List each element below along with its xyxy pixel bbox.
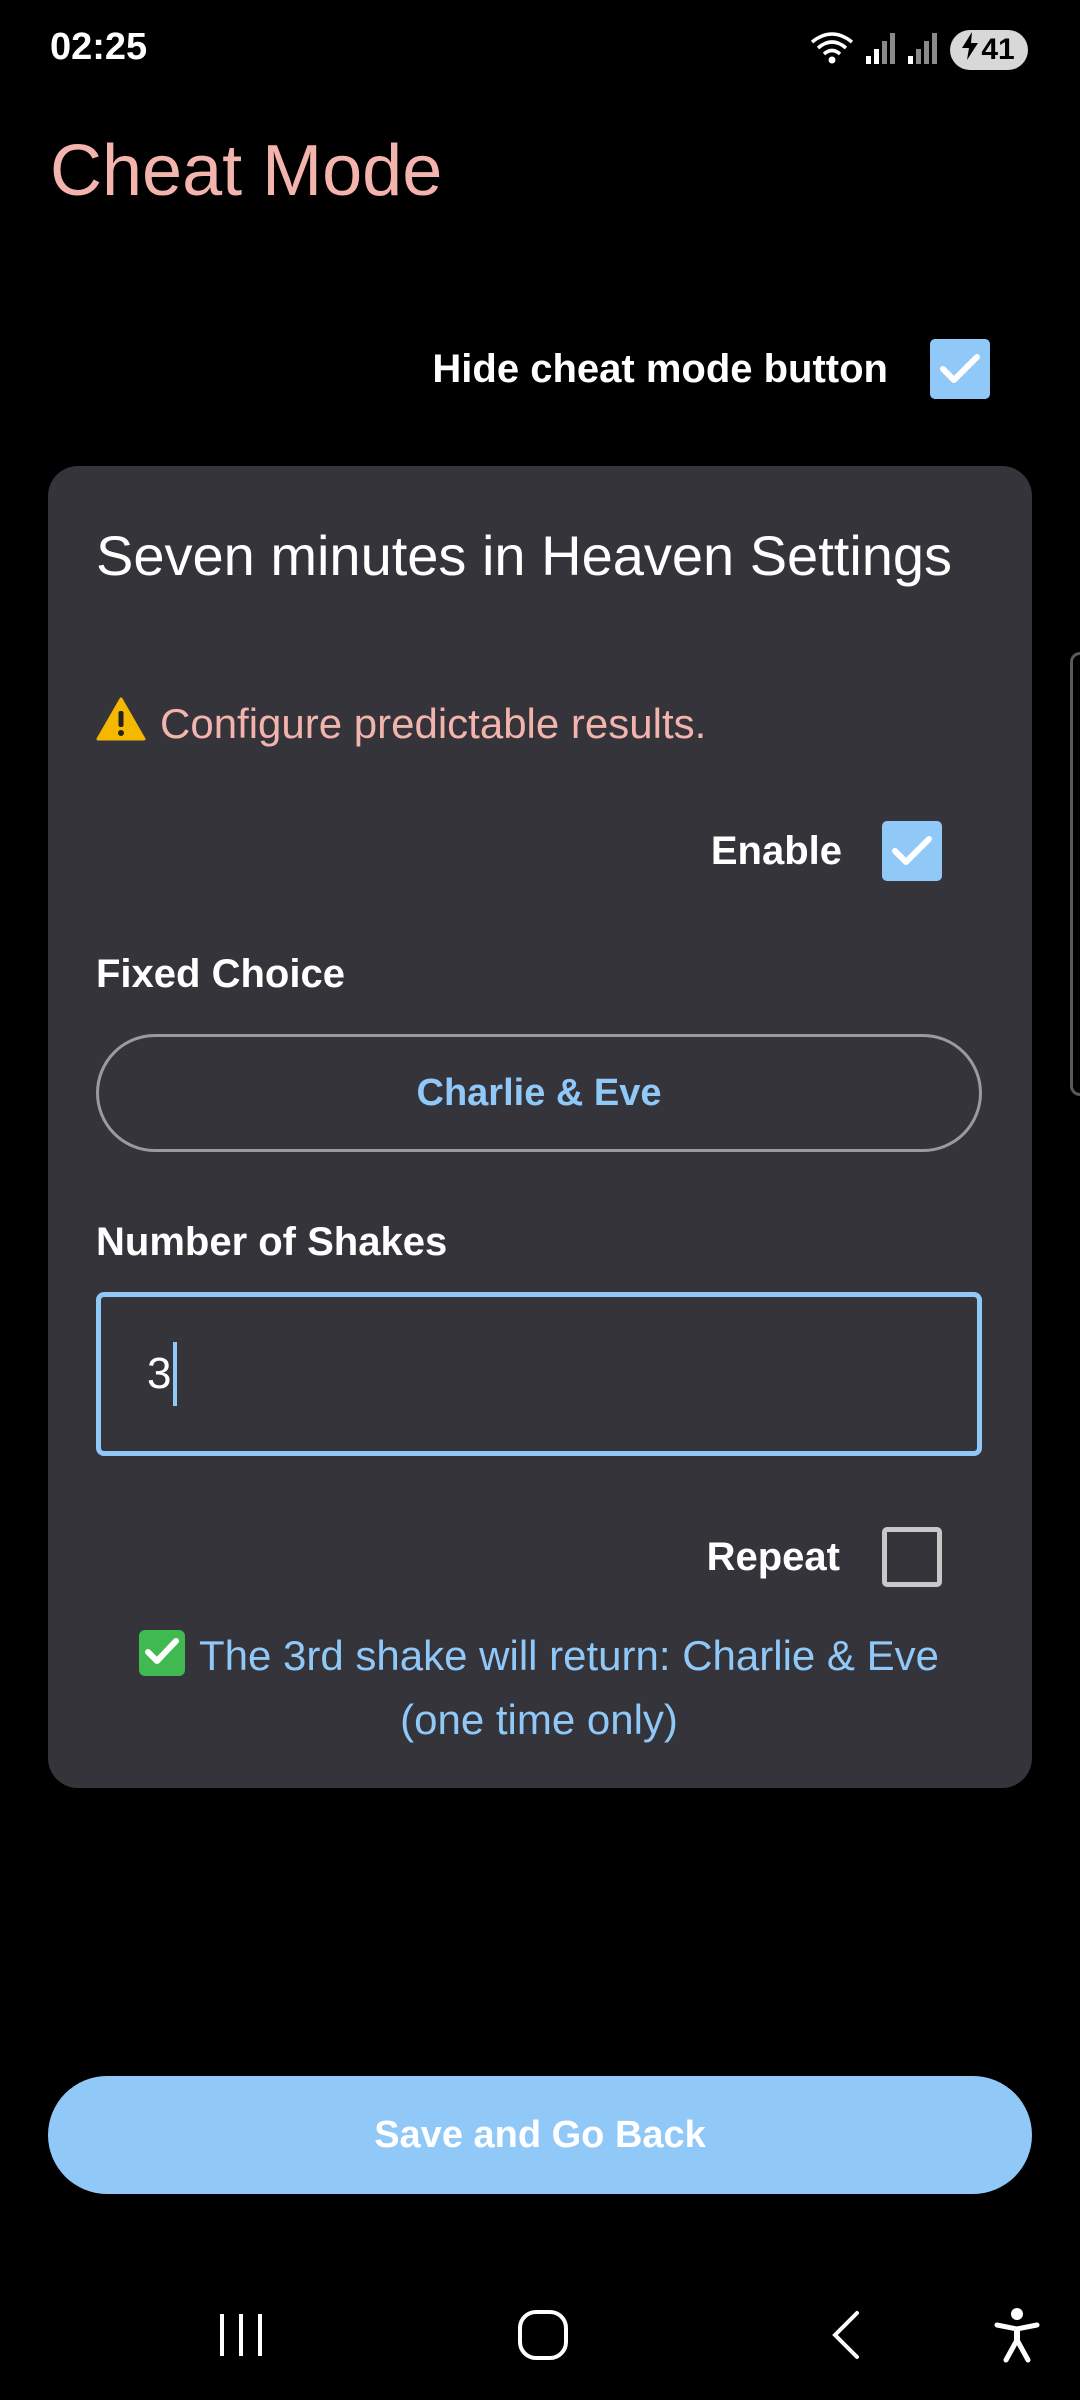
checkmark-icon (940, 354, 980, 383)
status-icons: 41 (810, 28, 1028, 72)
home-icon (518, 2310, 568, 2360)
page-title: Cheat Mode (50, 131, 443, 211)
enable-row: Enable (711, 818, 942, 884)
hide-cheat-row: Hide cheat mode button (432, 336, 990, 402)
signal-icon-2 (908, 32, 938, 69)
shakes-label: Number of Shakes (96, 1220, 448, 1264)
back-icon (832, 2311, 859, 2359)
accessibility-button[interactable] (972, 2290, 1062, 2380)
shakes-input[interactable]: 3 (96, 1292, 982, 1456)
accessibility-icon (994, 2308, 1040, 2363)
warning-message: Configure predictable results. (96, 696, 706, 752)
check-mark-button-icon (139, 1630, 185, 1676)
result-line2: (one time only) (400, 1696, 678, 1743)
hide-cheat-checkbox[interactable] (930, 339, 990, 399)
charging-bolt-icon (961, 32, 979, 68)
back-button[interactable] (800, 2290, 890, 2380)
repeat-checkbox[interactable] (882, 1527, 942, 1587)
hide-cheat-label: Hide cheat mode button (432, 346, 888, 391)
warning-icon (96, 696, 146, 752)
recent-apps-button[interactable] (196, 2290, 286, 2380)
enable-label: Enable (710, 828, 842, 873)
card-title: Seven minutes in Heaven Settings (96, 524, 953, 587)
status-bar: 02:25 41 (0, 0, 1080, 100)
warning-text: Configure predictable results. (160, 700, 707, 747)
enable-checkbox[interactable] (882, 821, 942, 881)
repeat-row: Repeat (707, 1524, 942, 1590)
home-button[interactable] (498, 2290, 588, 2380)
checkmark-icon (892, 836, 932, 865)
text-caret (173, 1342, 178, 1406)
fixed-choice-button[interactable]: Charlie & Eve (96, 1034, 982, 1152)
settings-card: Seven minutes in Heaven Settings Configu… (48, 466, 1032, 1788)
battery-indicator: 41 (950, 30, 1028, 70)
scroll-indicator[interactable] (1070, 652, 1080, 1096)
result-line1: The 3rd shake will return: Charlie & Eve (199, 1632, 939, 1679)
wifi-icon (810, 30, 854, 71)
status-time: 02:25 (50, 26, 148, 68)
shakes-value: 3 (147, 1349, 172, 1398)
fixed-choice-label: Fixed Choice (96, 952, 345, 996)
save-and-go-back-button[interactable]: Save and Go Back (48, 2076, 1032, 2194)
recent-apps-icon (220, 2314, 262, 2356)
signal-icon (866, 32, 896, 69)
result-message: The 3rd shake will return: Charlie & Eve… (96, 1624, 982, 1752)
battery-level: 41 (981, 33, 1015, 66)
navigation-bar (0, 2270, 1080, 2400)
repeat-label: Repeat (706, 1534, 840, 1579)
